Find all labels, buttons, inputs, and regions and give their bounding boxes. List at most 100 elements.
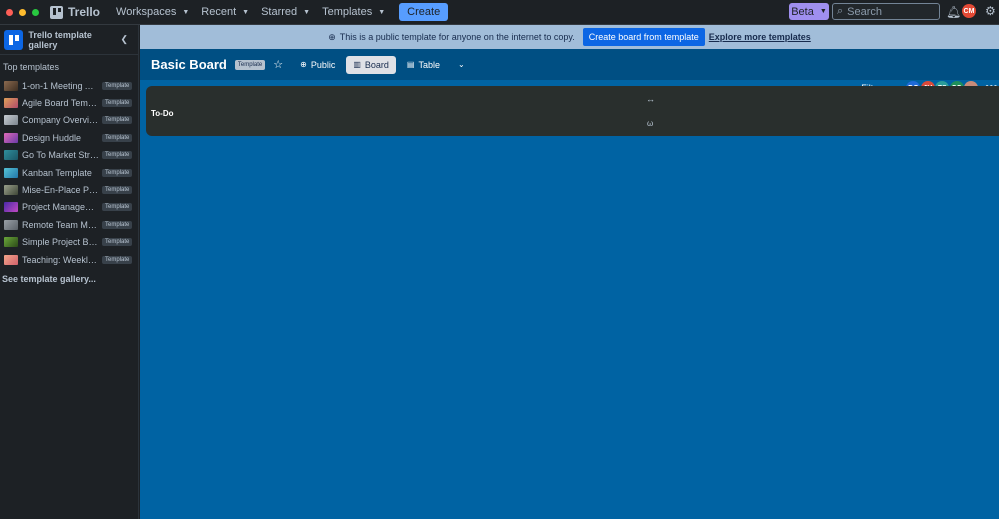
template-item[interactable]: Remote Team MeetingsTemplate xyxy=(0,216,138,233)
recent-menu[interactable]: Recent ▼ xyxy=(195,0,255,25)
create-board-from-template-button[interactable]: Create board from template xyxy=(582,28,705,46)
workspaces-menu[interactable]: Workspaces ▼ xyxy=(110,0,195,25)
banner-text: This is a public template for anyone on … xyxy=(339,32,575,42)
template-list: 1-on-1 Meeting AgendaTemplate Agile Boar… xyxy=(0,77,138,268)
create-button[interactable]: Create xyxy=(399,3,449,21)
template-badge: Template xyxy=(234,59,266,70)
template-item[interactable]: Design Huddle Template xyxy=(0,129,138,146)
template-banner: ⊕ This is a public template for anyone o… xyxy=(140,25,999,49)
board-title[interactable]: Basic Board xyxy=(151,57,227,72)
template-name: Simple Project Board xyxy=(22,237,99,248)
app-name: Trello xyxy=(68,5,101,19)
views-dropdown[interactable]: ⌄ xyxy=(451,56,472,73)
globe-icon: ⊕ xyxy=(300,60,307,69)
notifications-bell-icon[interactable]: 🔔︎ xyxy=(946,5,961,19)
template-badge: Template xyxy=(102,99,133,108)
trello-logo[interactable]: Trello xyxy=(50,5,100,19)
chevron-down-icon: ▼ xyxy=(303,8,311,16)
template-name: Mise-En-Place Personal xyxy=(22,185,99,196)
chevron-down-icon: ▼ xyxy=(242,8,250,16)
template-thumbnail xyxy=(4,98,18,109)
table-icon: ▤ xyxy=(406,60,415,69)
beta-button[interactable]: Beta ▼ xyxy=(789,3,829,20)
template-badge: Template xyxy=(102,186,133,195)
table-view-label: Table xyxy=(418,59,440,70)
collapsed-list[interactable]: ↔ To-Do ω xyxy=(146,86,999,136)
template-name: Teaching: Weekly Planning xyxy=(22,254,99,265)
template-badge: Template xyxy=(102,151,133,160)
template-thumbnail xyxy=(4,254,18,265)
template-item[interactable]: Project Management Template xyxy=(0,199,138,216)
template-item[interactable]: Company Overview Template xyxy=(0,112,138,129)
template-name: Project Management xyxy=(22,202,99,213)
board-header: Basic Board Template ☆ ⊕ Public ▥ Board ▤ T… xyxy=(140,49,999,80)
gallery-title: Trello template gallery xyxy=(28,29,92,50)
template-thumbnail xyxy=(4,150,18,161)
explore-templates-link[interactable]: Explore more templates xyxy=(709,32,811,42)
recent-label: Recent xyxy=(201,6,237,18)
workspaces-label: Workspaces xyxy=(116,6,177,18)
chevron-down-icon: ▼ xyxy=(378,8,386,16)
maximize-window-button[interactable] xyxy=(32,8,39,16)
table-view-tab[interactable]: ▤ Table xyxy=(400,56,447,74)
template-item[interactable]: Teaching: Weekly PlanningTemplate xyxy=(0,251,138,268)
template-item[interactable]: 1-on-1 Meeting AgendaTemplate xyxy=(0,77,138,94)
template-badge: Template xyxy=(102,168,133,177)
public-globe-icon: ⊕ xyxy=(328,31,336,42)
templates-label: Templates xyxy=(322,6,373,18)
templates-menu[interactable]: Templates ▼ xyxy=(316,0,391,25)
template-name: Design Huddle xyxy=(22,132,82,143)
template-item[interactable]: Agile Board Template Template xyxy=(0,94,138,111)
search-input[interactable]: ⌕ Search xyxy=(832,3,940,20)
search-icon: ⌕ xyxy=(837,5,844,17)
template-name: Remote Team Meetings xyxy=(22,219,99,230)
visibility-button[interactable]: ⊕ Public xyxy=(293,56,342,74)
template-item[interactable]: Mise-En-Place PersonalTemplate xyxy=(0,181,138,198)
template-thumbnail xyxy=(4,202,18,213)
chevron-down-icon: ⌄ xyxy=(458,60,465,69)
trello-icon xyxy=(50,5,63,19)
visibility-label: Public xyxy=(310,59,336,70)
top-navigation-bar: Trello Workspaces ▼ Recent ▼ Starred ▼ Temp… xyxy=(0,0,999,25)
gallery-header: Trello template gallery ❮ xyxy=(0,25,138,55)
board-icon: ▥ xyxy=(353,60,361,69)
template-name: Company Overview xyxy=(22,115,99,126)
template-badge: Template xyxy=(102,238,133,247)
search-placeholder: Search xyxy=(847,5,883,18)
template-item[interactable]: Go To Market StrategyTemplate xyxy=(0,147,138,164)
template-name: 1-on-1 Meeting Agenda xyxy=(22,80,99,91)
beta-label: Beta xyxy=(791,5,814,18)
template-item[interactable]: Simple Project Board Template xyxy=(0,234,138,251)
template-badge: Template xyxy=(102,220,133,229)
template-thumbnail xyxy=(4,237,18,248)
template-thumbnail xyxy=(4,185,18,196)
template-badge: Template xyxy=(102,133,133,142)
template-name: Agile Board Template xyxy=(22,98,99,109)
template-item[interactable]: Kanban Template Template xyxy=(0,164,138,181)
see-template-gallery-link[interactable]: See template gallery... xyxy=(0,268,138,284)
collapse-sidebar-icon[interactable]: ❮ xyxy=(120,34,128,45)
settings-gear-icon[interactable]: ⚙ xyxy=(985,4,996,18)
close-window-button[interactable] xyxy=(6,8,13,16)
starred-label: Starred xyxy=(261,6,298,18)
trello-gallery-icon xyxy=(4,29,24,50)
template-thumbnail xyxy=(4,219,18,230)
window-controls xyxy=(6,8,39,16)
template-name: Kanban Template xyxy=(22,167,92,178)
star-icon[interactable]: ☆ xyxy=(273,58,283,71)
template-thumbnail xyxy=(4,115,18,126)
board-view-tab[interactable]: ▥ Board xyxy=(346,55,396,74)
minimize-window-button[interactable] xyxy=(19,8,26,16)
template-thumbnail xyxy=(4,167,18,178)
expand-list-icon[interactable]: ↔ xyxy=(646,94,655,104)
chevron-down-icon: ▼ xyxy=(819,8,827,15)
board-area: ⊕ This is a public template for anyone o… xyxy=(140,25,999,519)
template-name: Go To Market Strategy xyxy=(22,150,99,161)
board-view-label: Board xyxy=(364,59,389,70)
template-badge: Template xyxy=(102,255,133,264)
user-avatar[interactable]: CM xyxy=(962,4,976,18)
starred-menu[interactable]: Starred ▼ xyxy=(255,0,316,25)
template-thumbnail xyxy=(4,80,18,91)
chevron-down-icon: ▼ xyxy=(182,8,190,16)
list-count-icon: ω xyxy=(647,119,654,128)
